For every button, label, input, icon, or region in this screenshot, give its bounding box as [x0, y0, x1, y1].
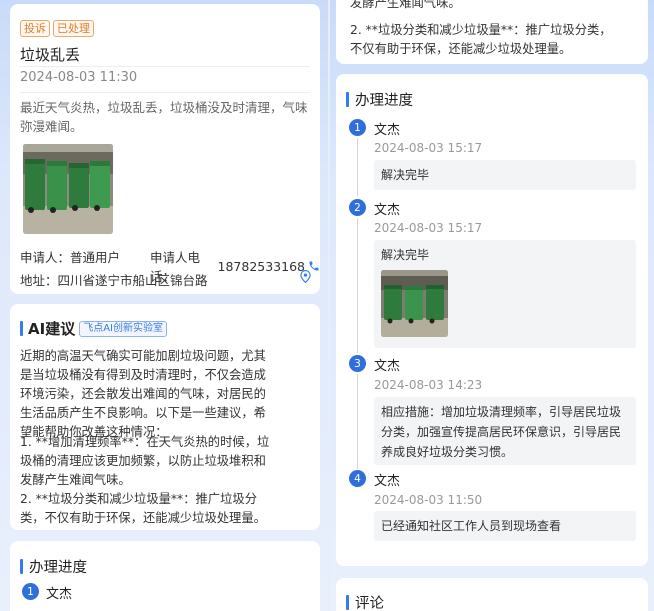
step-content: 解决完毕 — [381, 248, 430, 262]
type-badge: 投诉 — [20, 20, 50, 37]
section-bar — [20, 559, 23, 574]
progress-header: 办理进度 — [20, 556, 87, 577]
applicant-name: 普通用户 — [70, 250, 121, 265]
phone-number: 18782533168 — [217, 258, 305, 274]
section-bar — [20, 321, 23, 336]
ai-point-1: 1. **增加清理频率**：在天气炎热的时候，垃圾桶的清理应该更加频繁，以防止垃… — [20, 435, 270, 487]
step-time: 2024-08-03 14:23 — [374, 378, 483, 392]
complaint-description: 最近天气炎热，垃圾乱丢，垃圾桶没及时清理，气味弥漫难闻。 — [20, 100, 308, 134]
applicant-row: 申请人：普通用户 — [20, 247, 120, 266]
ai-point-2: 2. **垃圾分类和减少垃圾量**：推广垃圾分类，不仅有助于环保，还能减少垃圾处… — [350, 23, 612, 56]
timeline-line — [357, 138, 358, 196]
progress-card: 办理进度 1 文杰 2024-08-03 15:17 解决完毕 2 文杰 202… — [336, 74, 648, 566]
divider — [20, 92, 310, 93]
ai-lab-tag: 飞点AI创新实验室 — [79, 320, 167, 337]
complaint-time: 2024-08-03 11:30 — [20, 70, 138, 85]
status-badges: 投诉 已处理 — [20, 17, 97, 37]
timeline-line — [357, 218, 358, 353]
status-badge: 已处理 — [53, 20, 94, 37]
step-name: 文杰 — [46, 587, 73, 602]
ai-title: AI建议 — [28, 320, 76, 338]
step-photo[interactable] — [381, 270, 448, 337]
progress-title: 办理进度 — [29, 560, 87, 576]
timeline-line — [357, 374, 358, 469]
ai-header: AI建议 飞点AI创新实验室 — [20, 318, 167, 339]
progress-header: 办理进度 — [346, 89, 413, 110]
left-column: 投诉 已处理 垃圾乱丢 2024-08-03 11:30 最近天气炎热，垃圾乱丢，… — [0, 0, 328, 611]
step-name: 文杰 — [374, 203, 401, 218]
location-pin-icon[interactable] — [300, 270, 311, 283]
section-bar — [346, 92, 349, 107]
section-bar — [346, 595, 349, 610]
step-time: 2024-08-03 15:17 — [374, 141, 483, 155]
ai-suggestion-card: AI建议 飞点AI创新实验室 近期的高温天气确实可能加剧垃圾问题，尤其是当垃圾桶… — [10, 304, 320, 530]
ai-cut-line: 发酵产生难闻气味。 — [350, 0, 461, 10]
progress-title: 办理进度 — [355, 93, 413, 109]
comments-card: 评论 — [336, 578, 648, 611]
address-row: 地址：四川省遂宁市船山区锦台路 — [20, 270, 208, 289]
ai-intro: 近期的高温天气确实可能加剧垃圾问题，尤其是当垃圾桶没有得到及时清理时，不仅会造成… — [20, 349, 266, 439]
step-content: 已经通知社区工作人员到现场查看 — [374, 511, 636, 541]
complaint-title: 垃圾乱丢 — [20, 46, 81, 64]
comments-title: 评论 — [355, 596, 384, 611]
comments-header: 评论 — [346, 592, 384, 611]
step-time: 2024-08-03 11:50 — [374, 493, 483, 507]
step-time: 2024-08-03 15:17 — [374, 221, 483, 235]
step-number: 2 — [349, 199, 366, 216]
step-number: 3 — [349, 355, 366, 372]
step-content-box: 解决完毕 — [374, 240, 636, 348]
step-content: 相应措施：增加垃圾清理频率，引导居民垃圾分类，加强宣传提高居民环保意识，引导居民… — [374, 397, 636, 465]
complaint-photo[interactable] — [23, 144, 113, 234]
complaint-card: 投诉 已处理 垃圾乱丢 2024-08-03 11:30 最近天气炎热，垃圾乱丢，… — [10, 4, 320, 294]
step-name: 文杰 — [374, 359, 401, 374]
step-number: 1 — [349, 119, 366, 136]
step-content: 解决完毕 — [374, 160, 636, 190]
address-label: 地址： — [20, 273, 58, 288]
applicant-label: 申请人： — [20, 250, 71, 265]
progress-card-left: 办理进度 1 文杰 — [10, 541, 320, 611]
ai-suggestion-card-continued: 发酵产生难闻气味。 2. **垃圾分类和减少垃圾量**：推广垃圾分类，不仅有助于… — [336, 0, 648, 64]
step-name: 文杰 — [374, 474, 401, 489]
divider — [20, 66, 310, 67]
step-number: 4 — [349, 470, 366, 487]
address-text: 四川省遂宁市船山区锦台路 — [57, 273, 208, 288]
right-column: 发酵产生难闻气味。 2. **垃圾分类和减少垃圾量**：推广垃圾分类，不仅有助于… — [330, 0, 654, 611]
ai-point-2: 2. **垃圾分类和减少垃圾量**：推广垃圾分类，不仅有助于环保，还能减少垃圾处… — [20, 492, 266, 525]
step-number: 1 — [22, 583, 39, 600]
step-name: 文杰 — [374, 123, 401, 138]
